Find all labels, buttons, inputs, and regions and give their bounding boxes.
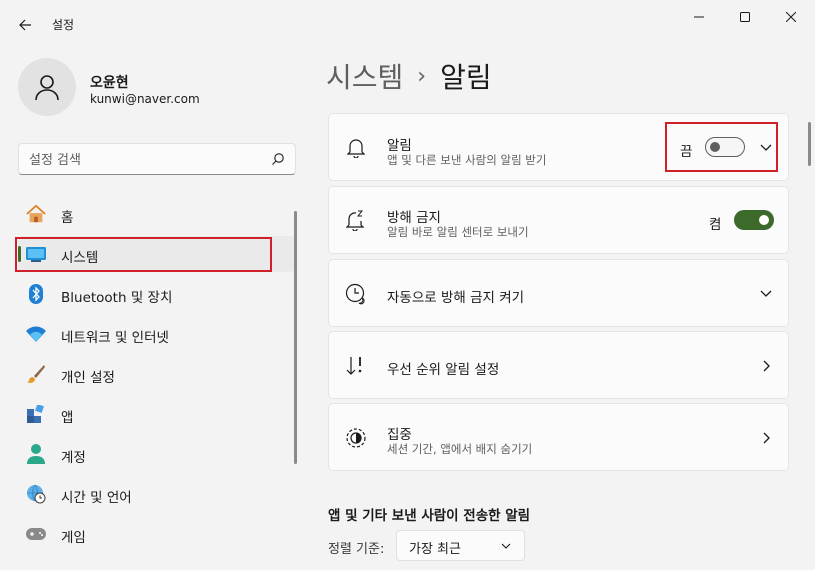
user-email: kunwi@naver.com <box>90 92 200 106</box>
bell-sleep-icon <box>345 209 367 231</box>
sidebar-item-label: 계정 <box>61 450 86 466</box>
paintbrush-icon <box>26 364 46 384</box>
sidebar-item-label: 시간 및 언어 <box>61 490 132 506</box>
sidebar-item-label: Bluetooth 및 장치 <box>61 290 173 306</box>
chevron-down-icon <box>501 543 511 549</box>
globe-clock-icon <box>26 484 46 504</box>
breadcrumb: 시스템 › 알림 <box>326 56 492 96</box>
sidebar-item-personalization[interactable]: 개인 설정 <box>18 356 294 392</box>
app-title: 설정 <box>52 18 75 32</box>
page-title: 알림 <box>440 61 492 94</box>
sidebar-item-label: 게임 <box>61 530 86 546</box>
sidebar-scrollbar[interactable] <box>294 211 297 464</box>
apps-section-title: 앱 및 기타 보낸 사람이 전송한 알림 <box>328 508 531 524</box>
sidebar-item-label: 앱 <box>61 410 74 426</box>
maximize-icon <box>740 12 750 22</box>
bluetooth-icon <box>26 284 46 304</box>
back-button[interactable] <box>10 10 40 40</box>
close-icon <box>786 12 796 22</box>
focus-card[interactable]: 집중 세션 기간, 앱에서 배지 숨기기 <box>328 403 789 471</box>
account-icon <box>26 444 46 464</box>
chevron-down-icon[interactable] <box>758 286 774 302</box>
arrow-left-icon <box>19 19 31 31</box>
focus-subtitle: 세션 기간, 앱에서 배지 숨기기 <box>387 442 533 456</box>
sidebar-item-apps[interactable]: 앱 <box>18 396 294 432</box>
sidebar-item-label: 네트워크 및 인터넷 <box>61 330 169 346</box>
notifications-title: 알림 <box>387 138 412 154</box>
priority-title: 우선 순위 알림 설정 <box>387 362 500 378</box>
auto-dnd-card[interactable]: 자동으로 방해 금지 켜기 <box>328 259 789 327</box>
dnd-toggle[interactable] <box>734 210 774 230</box>
user-profile[interactable]: 오윤현 kunwi@naver.com <box>18 58 298 118</box>
annotation-highlight-notifications-toggle <box>665 122 778 172</box>
sort-label: 정렬 기준: <box>328 542 385 557</box>
breadcrumb-separator: › <box>417 63 427 89</box>
dnd-subtitle: 알림 바로 알림 센터로 보내기 <box>387 225 529 239</box>
sidebar-item-label: 홈 <box>61 210 74 226</box>
notifications-subtitle: 앱 및 다른 보낸 사람의 알림 받기 <box>387 153 547 167</box>
annotation-highlight-system <box>15 237 272 272</box>
minimize-icon <box>694 16 704 18</box>
search-icon[interactable] <box>271 152 285 166</box>
focus-icon <box>345 427 367 449</box>
breadcrumb-parent[interactable]: 시스템 <box>326 56 403 96</box>
sidebar-item-label: 개인 설정 <box>61 370 115 386</box>
dnd-card[interactable]: 방해 금지 알림 바로 알림 센터로 보내기 켬 <box>328 186 789 254</box>
chevron-right-icon[interactable] <box>758 430 774 446</box>
user-name: 오윤현 <box>90 75 129 91</box>
sidebar-item-time-language[interactable]: 시간 및 언어 <box>18 476 294 512</box>
bell-icon <box>345 137 367 159</box>
apps-icon <box>26 404 46 424</box>
sort-dropdown[interactable]: 가장 최근 <box>396 530 525 561</box>
title-bar: 설정 <box>0 0 815 48</box>
search-input[interactable] <box>29 150 259 170</box>
dnd-title: 방해 금지 <box>387 210 441 226</box>
sort-dropdown-value: 가장 최근 <box>409 542 461 557</box>
close-button[interactable] <box>768 0 814 34</box>
priority-arrow-icon <box>345 355 367 377</box>
dnd-toggle-state: 켬 <box>709 217 722 233</box>
sidebar-item-network[interactable]: 네트워크 및 인터넷 <box>18 316 294 352</box>
main-scrollbar[interactable] <box>808 122 811 166</box>
priority-card[interactable]: 우선 순위 알림 설정 <box>328 331 789 399</box>
auto-dnd-title: 자동으로 방해 금지 켜기 <box>387 290 525 306</box>
chevron-right-icon[interactable] <box>758 358 774 374</box>
maximize-button[interactable] <box>722 0 768 34</box>
focus-title: 집중 <box>387 427 412 443</box>
avatar <box>18 58 76 116</box>
wifi-icon <box>26 324 46 344</box>
clock-moon-icon <box>345 283 367 305</box>
sidebar-item-gaming[interactable]: 게임 <box>18 516 294 552</box>
gamepad-icon <box>26 524 46 544</box>
sidebar-item-accounts[interactable]: 계정 <box>18 436 294 472</box>
search-box[interactable] <box>18 143 296 175</box>
sidebar-item-home[interactable]: 홈 <box>18 196 294 232</box>
home-icon <box>26 204 46 224</box>
minimize-button[interactable] <box>676 0 722 34</box>
sidebar-item-bluetooth[interactable]: Bluetooth 및 장치 <box>18 276 294 312</box>
person-icon <box>35 75 59 101</box>
